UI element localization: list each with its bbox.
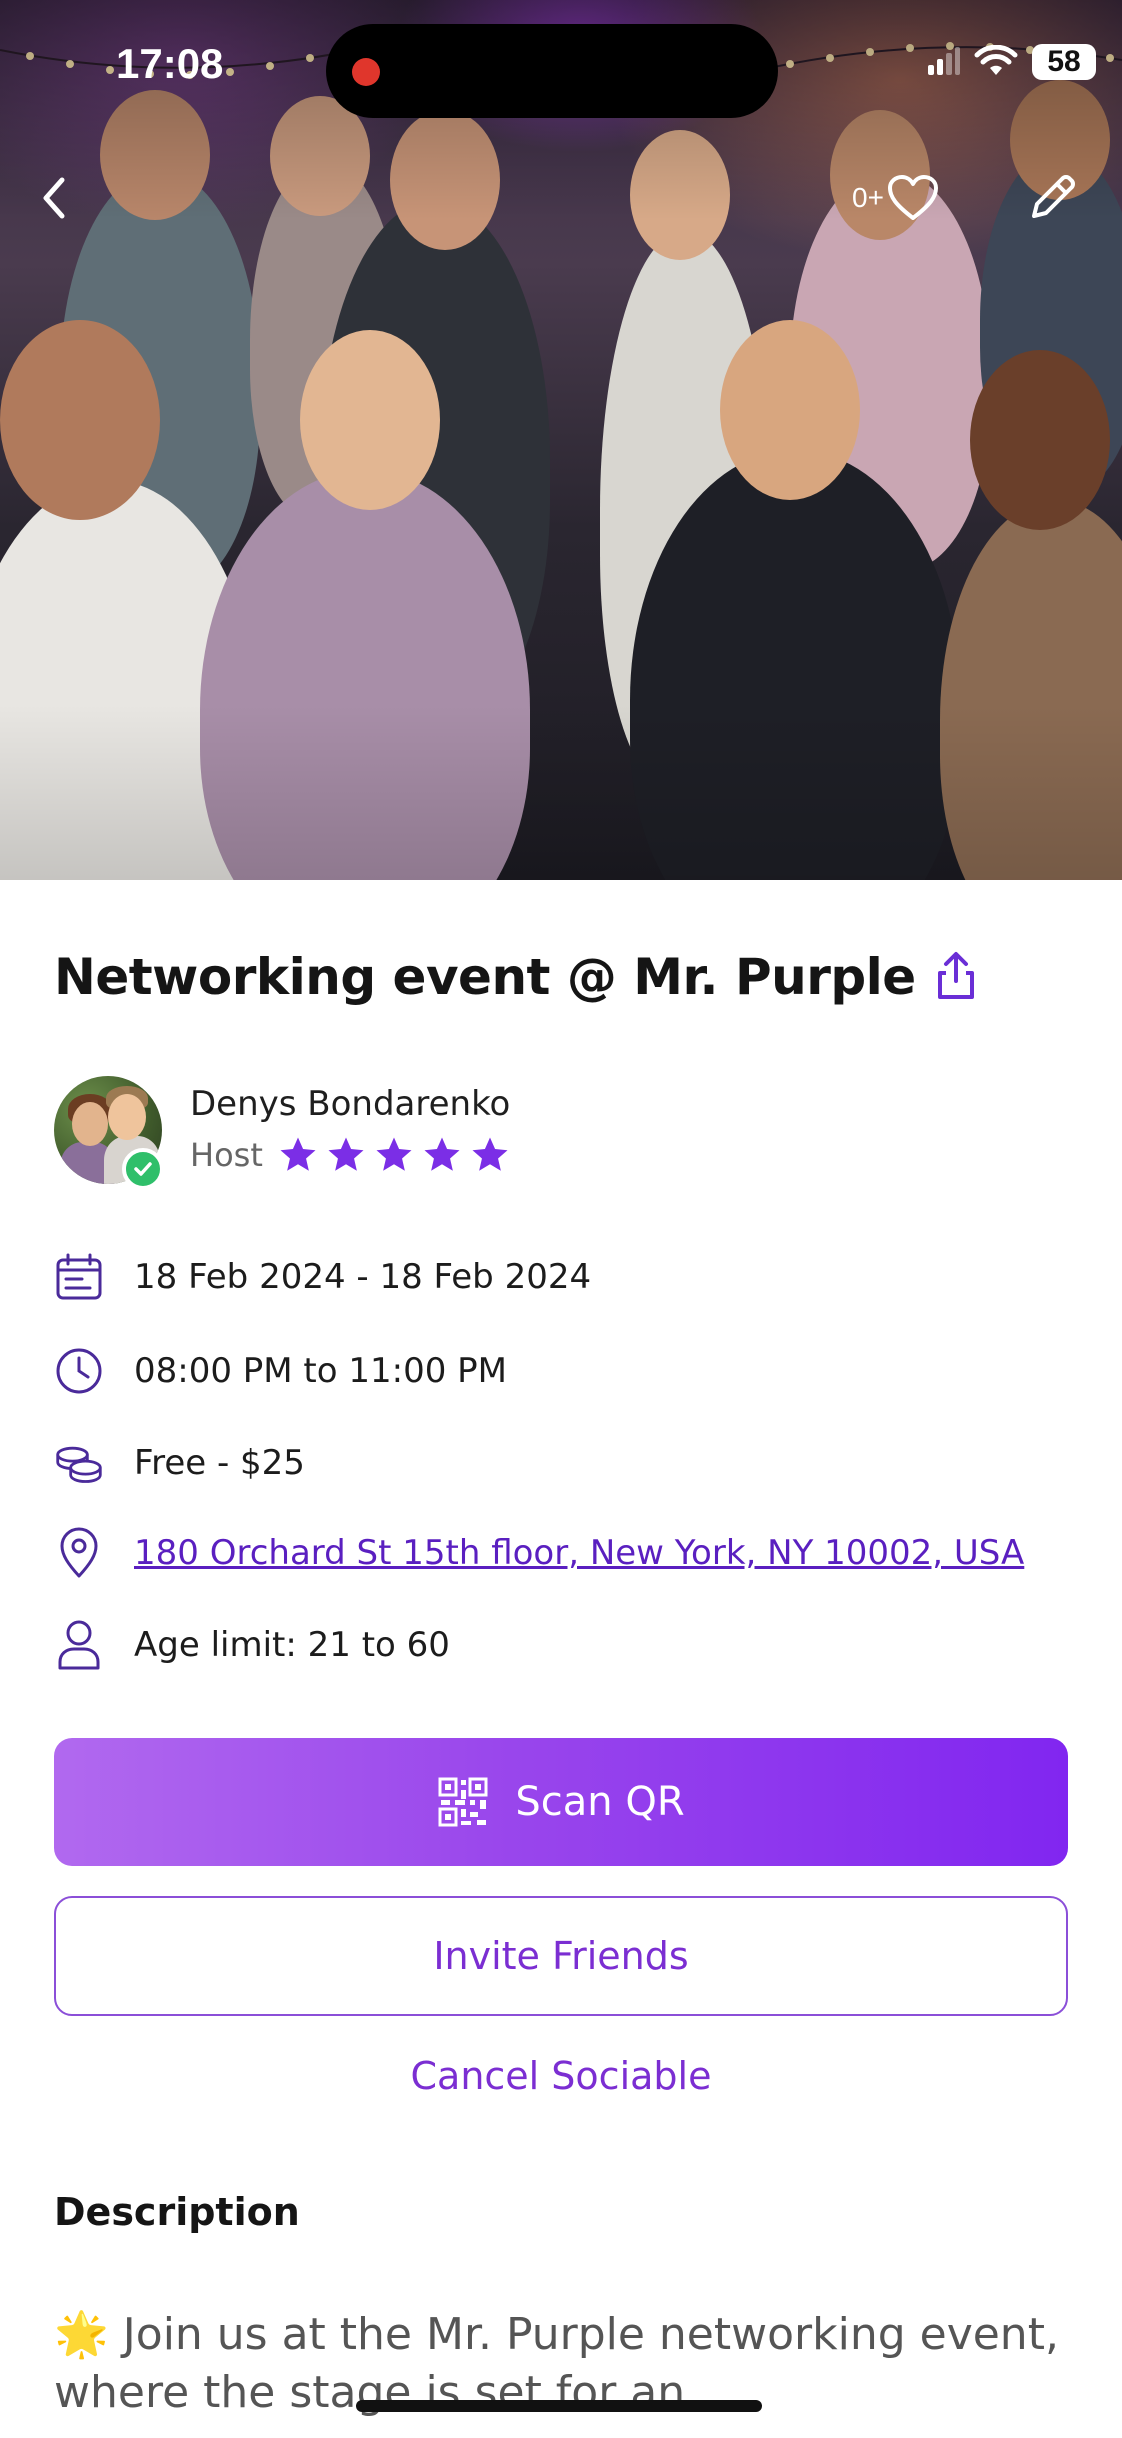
status-icons: 58: [926, 44, 1096, 80]
star-icon: [328, 1137, 364, 1171]
star-icon: [280, 1137, 316, 1171]
star-icon: [424, 1137, 460, 1171]
location-row[interactable]: 180 Orchard St 15th floor, New York, NY …: [54, 1527, 1024, 1578]
invite-friends-button[interactable]: Invite Friends: [54, 1896, 1068, 2016]
qr-code-icon: [438, 1777, 488, 1827]
wifi-icon: [974, 45, 1018, 75]
age-row: Age limit: 21 to 60: [54, 1620, 450, 1670]
recording-indicator: [352, 58, 380, 86]
host-rating-row: Host: [190, 1134, 517, 1176]
like-button[interactable]: 0+: [852, 168, 972, 228]
star-emoji-icon: 🌟: [54, 2309, 109, 2360]
host-card[interactable]: Denys Bondarenko Host: [54, 1076, 674, 1190]
coins-icon: [54, 1438, 104, 1488]
host-role: Host: [190, 1136, 263, 1174]
battery-indicator: 58: [1032, 44, 1096, 80]
share-icon[interactable]: [930, 949, 982, 1005]
checkmark-icon: [134, 1162, 152, 1176]
event-date: 18 Feb 2024 - 18 Feb 2024: [134, 1257, 592, 1297]
like-count: 0+: [852, 182, 884, 213]
dynamic-island: [326, 24, 778, 118]
star-icon: [376, 1137, 412, 1171]
clock-icon: [54, 1346, 104, 1396]
date-row: 18 Feb 2024 - 18 Feb 2024: [54, 1252, 591, 1302]
event-price: Free - $25: [134, 1443, 305, 1483]
description-heading: Description: [54, 2190, 300, 2234]
verified-badge: [122, 1148, 164, 1190]
edit-icon: [1032, 175, 1075, 218]
home-indicator[interactable]: [356, 2400, 762, 2412]
event-cover-image: [0, 0, 1122, 880]
event-address-link[interactable]: 180 Orchard St 15th floor, New York, NY …: [134, 1533, 1024, 1573]
heart-icon: [887, 175, 938, 220]
edit-button[interactable]: [1024, 168, 1084, 228]
title-row: Networking event @ Mr. Purple: [54, 948, 982, 1006]
time-row: 08:00 PM to 11:00 PM: [54, 1346, 507, 1396]
star-icon: [472, 1137, 508, 1171]
scan-qr-label: Scan QR: [515, 1779, 685, 1825]
event-title: Networking event @ Mr. Purple: [54, 948, 916, 1006]
calendar-icon: [54, 1252, 104, 1302]
signal-icon: [928, 47, 960, 75]
hero-shade: [0, 0, 1122, 880]
event-time: 08:00 PM to 11:00 PM: [134, 1351, 508, 1391]
back-icon: [43, 177, 65, 219]
price-row: Free - $25: [54, 1438, 305, 1488]
status-time: 17:08: [116, 40, 224, 87]
host-name: Denys Bondarenko: [190, 1084, 511, 1124]
location-pin-icon: [54, 1527, 104, 1578]
back-button[interactable]: [38, 168, 78, 228]
user-icon: [54, 1620, 104, 1670]
cancel-sociable-link[interactable]: Cancel Sociable: [0, 2054, 1122, 2098]
age-limit: Age limit: 21 to 60: [134, 1625, 450, 1665]
scan-qr-button[interactable]: Scan QR: [54, 1738, 1068, 1866]
